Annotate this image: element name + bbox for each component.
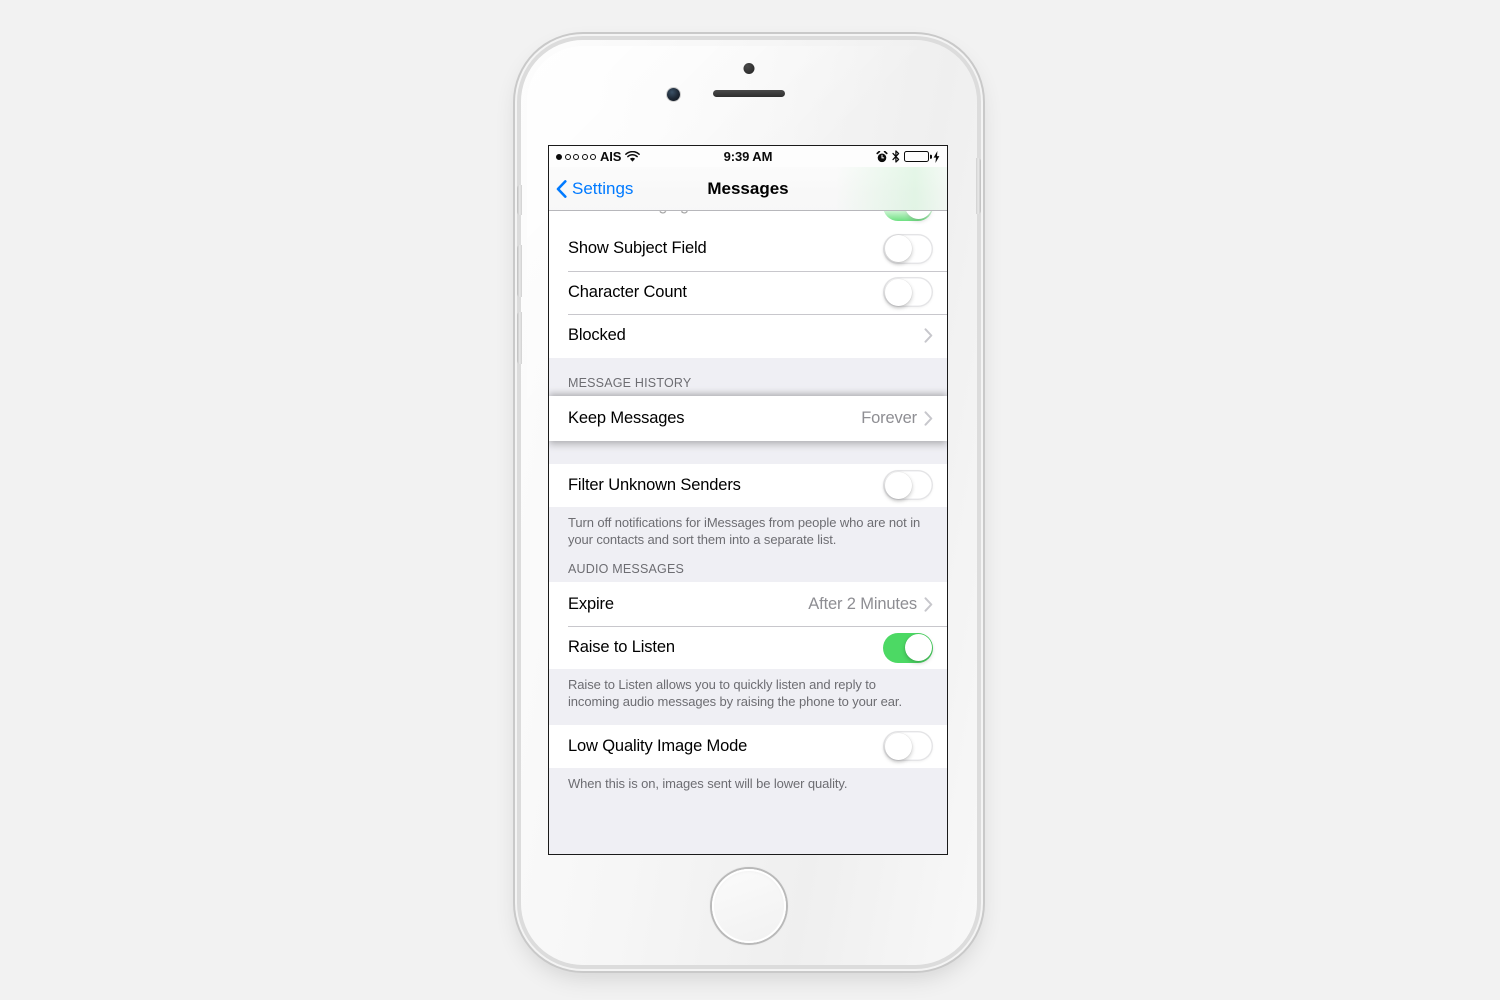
- list-row-value: After 2 Minutes: [808, 594, 917, 613]
- mute-switch[interactable]: [517, 185, 522, 215]
- lightning-bolt-icon: [933, 150, 940, 163]
- list-row-label: Keep Messages: [568, 408, 685, 427]
- list-row-label: Filter Unknown Senders: [568, 475, 741, 494]
- row-accessory: [883, 277, 933, 308]
- chevron-left-icon: [556, 179, 567, 198]
- toggle-knob: [884, 732, 912, 760]
- list-row-mms-messaging[interactable]: MMS Messaging: [549, 211, 947, 227]
- list-row-filter-unknown-senders[interactable]: Filter Unknown Senders: [549, 463, 947, 507]
- proximity-sensor-icon: [743, 63, 755, 74]
- bluetooth-icon: [892, 150, 900, 163]
- list-row-label: Blocked: [568, 326, 626, 345]
- battery-icon: [904, 151, 932, 162]
- list-row-keep-messages[interactable]: Keep Messages Forever: [549, 395, 947, 441]
- list-row-label: Character Count: [568, 282, 687, 301]
- list-row-character-count[interactable]: Character Count: [549, 270, 947, 314]
- toggle-knob: [884, 278, 912, 306]
- toggle-raise-to-listen[interactable]: [883, 632, 933, 663]
- list-row-label: Raise to Listen: [568, 638, 675, 657]
- list-row-label: Low Quality Image Mode: [568, 736, 748, 755]
- section-footer-low-quality: When this is on, images sent will be low…: [568, 776, 848, 792]
- row-accessory: [883, 470, 933, 501]
- list-row-low-quality-image-mode[interactable]: Low Quality Image Mode: [549, 724, 947, 769]
- volume-down-button[interactable]: [517, 312, 522, 364]
- earpiece-speaker: [713, 90, 785, 97]
- battery-nub: [929, 154, 932, 159]
- toggle-knob: [904, 634, 932, 662]
- list-row-expire[interactable]: Expire After 2 Minutes: [549, 582, 947, 626]
- list-row-show-subject-field[interactable]: Show Subject Field: [549, 227, 947, 271]
- settings-group-filter: Filter Unknown Senders: [549, 463, 947, 507]
- alarm-clock-icon: [876, 150, 888, 163]
- chevron-right-icon: [924, 410, 933, 426]
- toggle-knob: [884, 471, 912, 499]
- phone-screen: AIS 9:39 AM Settings Messages Show Subje…: [548, 145, 948, 855]
- settings-group-audio-messages: Expire After 2 Minutes Raise to Listen: [549, 582, 947, 670]
- list-row-blocked[interactable]: Blocked: [549, 314, 947, 358]
- iphone-device: AIS 9:39 AM Settings Messages Show Subje…: [517, 40, 981, 965]
- toggle-show-subject-field[interactable]: [883, 233, 933, 264]
- status-bar-right: [876, 150, 940, 163]
- row-accessory: [883, 731, 933, 762]
- back-to-settings-button[interactable]: Settings: [549, 179, 633, 199]
- toggle-filter-unknown-senders[interactable]: [883, 470, 933, 501]
- toggle-mms-messaging[interactable]: [883, 211, 933, 221]
- power-button[interactable]: [976, 158, 981, 214]
- carrier-label: AIS: [600, 149, 622, 164]
- list-row-label: Expire: [568, 594, 614, 613]
- list-row-raise-to-listen[interactable]: Raise to Listen: [549, 625, 947, 670]
- settings-group-low-quality: Low Quality Image Mode: [549, 724, 947, 769]
- chevron-right-icon: [924, 596, 933, 612]
- list-row-value: Forever: [861, 408, 917, 427]
- home-button[interactable]: [712, 869, 786, 943]
- row-accessory: [883, 233, 933, 264]
- settings-group-general: Show Subject Field Character Count Block…: [549, 227, 947, 358]
- section-header-message-history: MESSAGE HISTORY: [568, 375, 692, 390]
- chevron-right-icon: [924, 328, 933, 343]
- settings-list[interactable]: MMS Messaging Show Subject Field: [549, 211, 947, 854]
- wifi-icon: [625, 150, 641, 163]
- row-accessory: [924, 328, 933, 343]
- row-accessory: [883, 632, 933, 663]
- row-accessory: [883, 211, 933, 221]
- toggle-knob: [904, 211, 932, 220]
- front-camera-icon: [667, 88, 680, 101]
- screenshot-canvas: AIS 9:39 AM Settings Messages Show Subje…: [0, 0, 1500, 1000]
- status-bar: AIS 9:39 AM: [549, 146, 947, 167]
- toggle-character-count[interactable]: [883, 277, 933, 308]
- toggle-low-quality-image-mode[interactable]: [883, 731, 933, 762]
- section-footer-audio-messages: Raise to Listen allows you to quickly li…: [568, 677, 902, 710]
- toggle-knob: [884, 235, 912, 263]
- list-row-label: MMS Messaging: [568, 211, 689, 215]
- row-accessory: Forever: [861, 409, 933, 428]
- list-row-label: Show Subject Field: [568, 239, 707, 258]
- volume-up-button[interactable]: [517, 245, 522, 297]
- section-header-audio-messages: AUDIO MESSAGES: [568, 562, 685, 577]
- row-accessory: After 2 Minutes: [808, 595, 933, 614]
- navigation-bar: Settings Messages: [549, 167, 947, 211]
- back-button-label: Settings: [572, 178, 634, 198]
- section-footer-filter: Turn off notifications for iMessages fro…: [568, 515, 921, 548]
- signal-strength-icon: [556, 153, 596, 160]
- status-bar-left: AIS: [556, 149, 641, 164]
- highlighted-callout-keep-messages: Keep Messages Forever: [549, 395, 947, 441]
